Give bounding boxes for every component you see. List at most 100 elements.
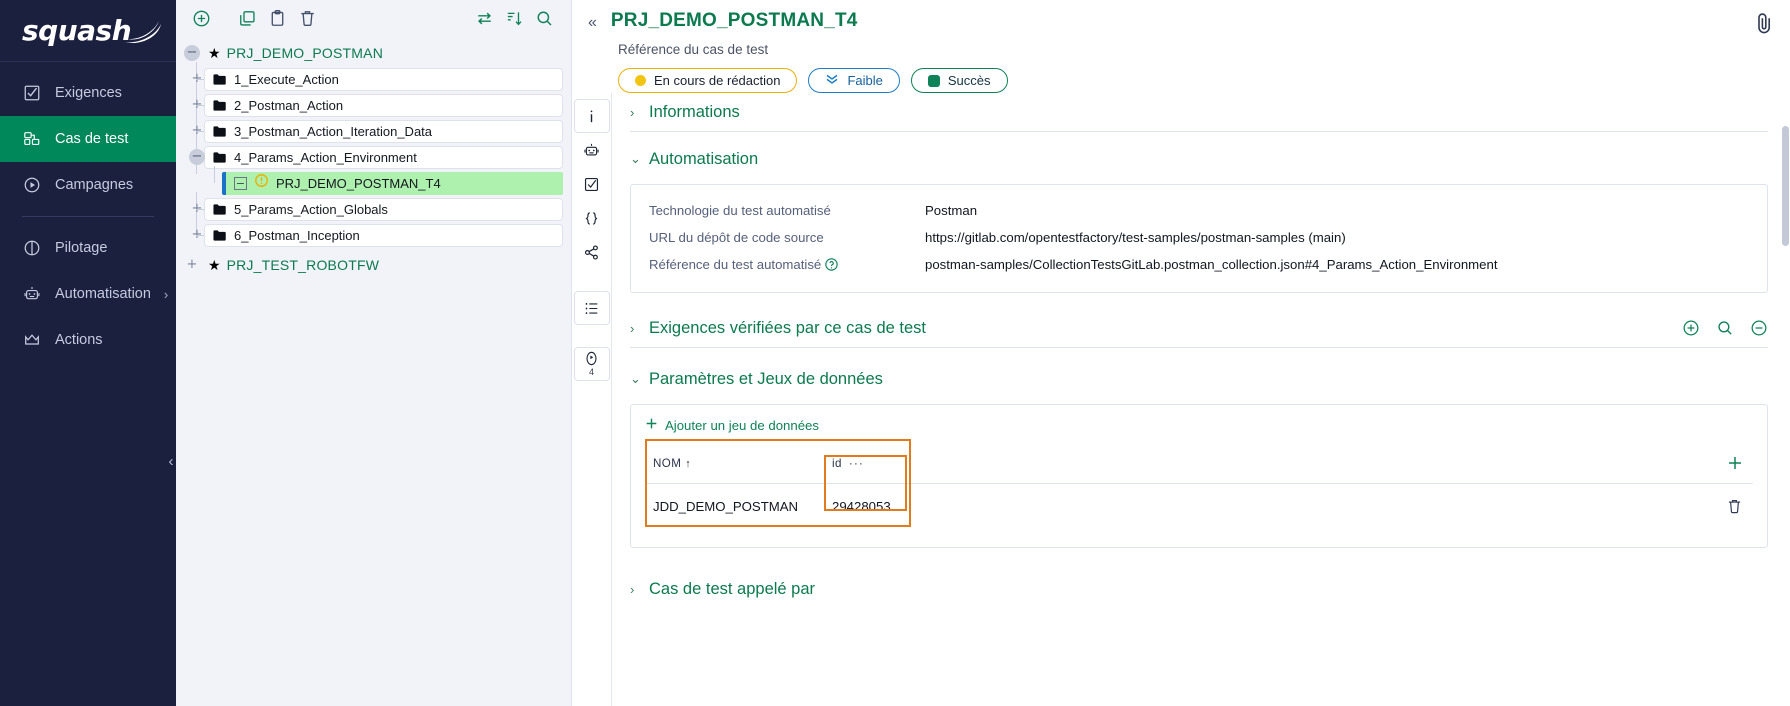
section-exigences-actions bbox=[1682, 319, 1768, 337]
section-automatisation: ⌄ Automatisation bbox=[612, 140, 1790, 178]
field-label: URL du dépôt de code source bbox=[649, 230, 824, 245]
section-appele-par-title: Cas de test appelé par bbox=[649, 579, 816, 598]
tree-rail bbox=[208, 166, 222, 196]
tree-project-node[interactable]: − ★ PRJ_DEMO_POSTMAN bbox=[176, 40, 571, 66]
trash-icon[interactable] bbox=[1715, 498, 1747, 515]
search-icon[interactable] bbox=[1716, 319, 1734, 337]
dataset-table: NOM ↑ id ··· JDD_DEMO_POSTMAN 29428053 bbox=[645, 439, 1753, 529]
tree-toggle-icon[interactable]: + bbox=[189, 97, 205, 113]
tree-folder-2_Postman_Action[interactable]: 2_Postman_Action bbox=[204, 93, 563, 117]
tree-rail: − bbox=[189, 140, 205, 174]
tree-toggle-icon[interactable]: + bbox=[189, 123, 205, 139]
result-badge-label: Succès bbox=[947, 73, 991, 88]
checklist-icon bbox=[22, 83, 42, 103]
column-header-id[interactable]: id ··· bbox=[824, 439, 911, 484]
brand-logo[interactable]: squash bbox=[0, 0, 176, 62]
tree-toolbar bbox=[176, 0, 571, 36]
sort-icon[interactable] bbox=[499, 4, 529, 32]
brand-name: squash bbox=[22, 14, 132, 47]
tree-folder-1_Execute_Action[interactable]: 1_Execute_Action bbox=[204, 67, 563, 91]
tree-rail: + bbox=[189, 114, 205, 148]
tree-toggle-icon[interactable]: + bbox=[184, 257, 200, 273]
play-circle-icon bbox=[22, 175, 42, 195]
section-parametres-header[interactable]: ⌄ Paramètres et Jeux de données bbox=[630, 360, 1768, 398]
status-badge[interactable]: En cours de rédaction bbox=[618, 68, 798, 93]
tree-testcase-label: PRJ_DEMO_POSTMAN_T4 bbox=[276, 175, 441, 191]
test-case-status-icon bbox=[255, 174, 268, 192]
execution-icon[interactable]: 4 bbox=[573, 347, 610, 381]
sidebar-divider bbox=[22, 216, 154, 217]
content-scrollbar[interactable] bbox=[1782, 126, 1789, 246]
tree-toggle-icon[interactable]: − bbox=[184, 45, 200, 61]
column-menu-icon[interactable]: ··· bbox=[849, 456, 864, 470]
tree-row: + 2_Postman_Action bbox=[176, 88, 571, 122]
tree-folder-5_Params_Action_Globals[interactable]: 5_Params_Action_Globals bbox=[204, 197, 563, 221]
cell-spacer bbox=[911, 484, 1707, 530]
cell-actions bbox=[1707, 484, 1753, 530]
test-case-icon bbox=[22, 129, 42, 149]
column-header-nom[interactable]: NOM ↑ bbox=[645, 439, 824, 484]
tree-folder-4_Params_Action_Environment[interactable]: 4_Params_Action_Environment bbox=[204, 145, 563, 169]
folder-icon bbox=[213, 151, 226, 163]
chevron-double-left-icon[interactable]: « bbox=[588, 14, 597, 32]
dataset-table-head: NOM ↑ id ··· bbox=[645, 439, 1753, 484]
section-automatisation-header[interactable]: ⌄ Automatisation bbox=[630, 140, 1768, 178]
tree-toggle-icon[interactable]: + bbox=[189, 227, 205, 243]
tree-toggle-icon[interactable]: − bbox=[189, 149, 205, 165]
tree-folder-label: 5_Params_Action_Globals bbox=[234, 201, 388, 217]
add-circle-icon[interactable] bbox=[1682, 319, 1700, 337]
robot-icon bbox=[22, 284, 42, 304]
sidebar-item-exigences[interactable]: Exigences bbox=[0, 70, 176, 116]
sidebar-item-pilotage[interactable]: Pilotage bbox=[0, 225, 176, 271]
braces-icon[interactable] bbox=[574, 201, 610, 235]
section-exigences-header[interactable]: › Exigences vérifiées par ce cas de test bbox=[630, 309, 1768, 347]
field-value: https://gitlab.com/opentestfactory/test-… bbox=[925, 230, 1346, 245]
section-appele-par-header[interactable]: › Cas de test appelé par bbox=[630, 570, 1768, 608]
sidebar-item-label: Cas de test bbox=[55, 131, 129, 147]
tree-folder-label: 2_Postman_Action bbox=[234, 97, 344, 113]
remove-circle-icon[interactable] bbox=[1750, 319, 1768, 337]
delete-icon[interactable] bbox=[292, 4, 322, 32]
add-icon[interactable] bbox=[186, 4, 216, 32]
tree-toggle-icon[interactable]: − bbox=[234, 176, 247, 190]
move-icon[interactable] bbox=[469, 4, 499, 32]
tree-row: + 5_Params_Action_Globals bbox=[176, 192, 571, 226]
list-icon[interactable] bbox=[573, 291, 610, 325]
sidebar-item-label: Actions bbox=[55, 332, 103, 348]
tree-folder-6_Postman_Inception[interactable]: 6_Postman_Inception bbox=[204, 223, 563, 247]
add-dataset-button[interactable]: Ajouter un jeu de données bbox=[645, 417, 819, 433]
tree-toggle-icon[interactable]: + bbox=[189, 71, 205, 87]
tree-project-node[interactable]: + ★ PRJ_TEST_ROBOTFW bbox=[176, 252, 571, 278]
sections-container: › Informations ⌄ Automatisation Technolo… bbox=[612, 93, 1790, 706]
copy-icon[interactable] bbox=[232, 4, 262, 32]
tree-folder-3_Postman_Action_Iteration_Data[interactable]: 3_Postman_Action_Iteration_Data bbox=[204, 119, 563, 143]
paperclip-icon[interactable] bbox=[1754, 12, 1774, 39]
priority-badge[interactable]: Faible bbox=[808, 68, 900, 93]
info-icon[interactable] bbox=[573, 99, 610, 133]
page-subtitle: Référence du cas de test bbox=[618, 42, 769, 57]
tree-testcase-PRJ_DEMO_POSTMAN_T4[interactable]: − PRJ_DEMO_POSTMAN_T4 bbox=[222, 171, 563, 195]
robot-icon[interactable] bbox=[574, 133, 610, 167]
sidebar-item-actions[interactable]: Actions bbox=[0, 317, 176, 363]
result-badge[interactable]: Succès bbox=[910, 68, 1008, 93]
section-informations-header[interactable]: › Informations bbox=[630, 93, 1768, 131]
tree-row: − 4_Params_Action_Environment bbox=[176, 140, 571, 174]
help-circle-icon[interactable] bbox=[825, 258, 839, 271]
tree-folder-label: 4_Params_Action_Environment bbox=[234, 149, 417, 165]
badge-group: En cours de rédaction Faible Succès bbox=[618, 68, 1770, 93]
sidebar-item-label: Automatisation bbox=[55, 286, 151, 302]
sidebar-item-cas-de-test[interactable]: Cas de test bbox=[0, 116, 176, 162]
sidebar-item-automatisation[interactable]: Automatisation › bbox=[0, 271, 176, 317]
table-row[interactable]: JDD_DEMO_POSTMAN 29428053 bbox=[645, 484, 1753, 530]
star-icon: ★ bbox=[208, 256, 221, 273]
search-icon[interactable] bbox=[529, 4, 559, 32]
paste-icon[interactable] bbox=[262, 4, 292, 32]
tree-toggle-icon[interactable]: + bbox=[189, 201, 205, 217]
share-icon[interactable] bbox=[574, 235, 610, 269]
checkbox-icon[interactable] bbox=[574, 167, 610, 201]
sidebar-item-campagnes[interactable]: Campagnes bbox=[0, 162, 176, 208]
tree-panel: − ★ PRJ_DEMO_POSTMAN + 1_Execute_Action … bbox=[176, 0, 572, 706]
sidebar-collapse-button[interactable]: ‹ bbox=[160, 450, 182, 472]
add-column-icon[interactable] bbox=[1715, 455, 1747, 471]
section-icon-rail: 4 bbox=[572, 93, 612, 706]
